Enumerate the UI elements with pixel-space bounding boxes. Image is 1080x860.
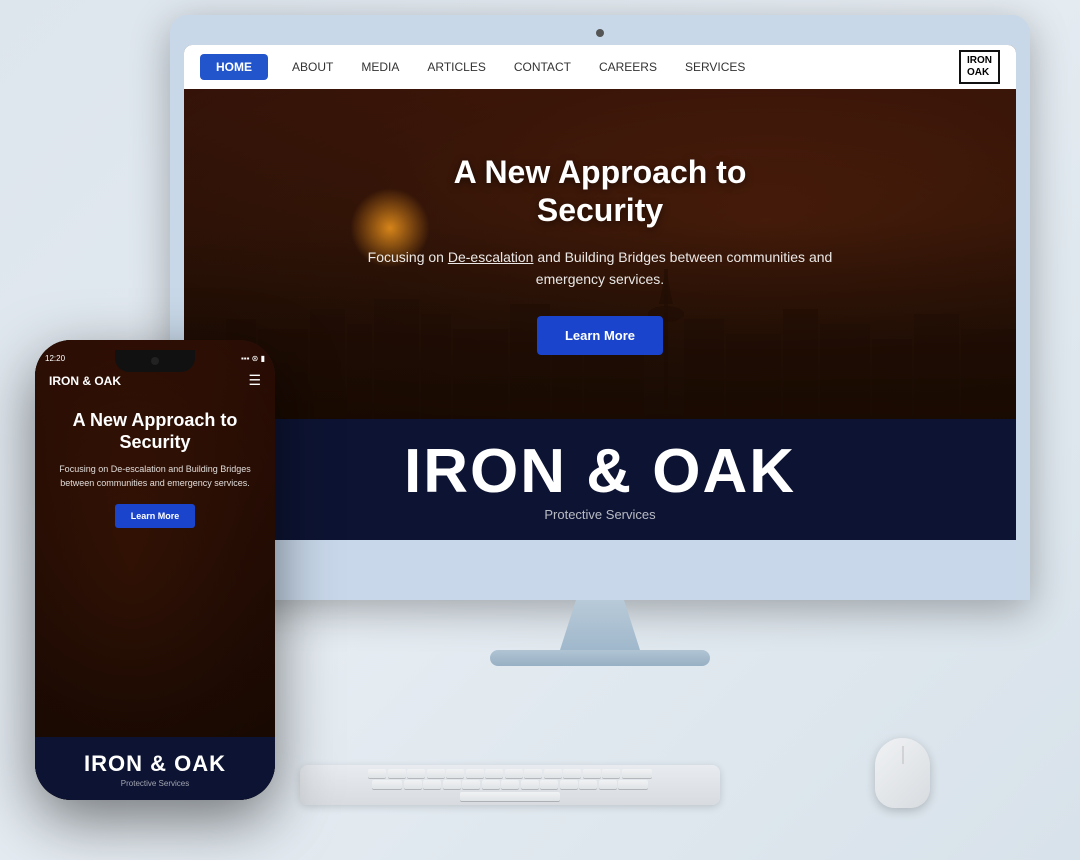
phone-hero-title: A New Approach to Security <box>51 410 259 453</box>
hero-cta-button[interactable]: Learn More <box>537 316 663 355</box>
key <box>501 780 519 789</box>
monitor-stand-base <box>490 650 710 666</box>
desktop-monitor: HOME ABOUT MEDIA ARTICLES CONTACT CAREER… <box>170 15 1030 666</box>
key <box>388 769 406 778</box>
phone-footer: IRON & OAK Protective Services <box>35 737 275 800</box>
key <box>407 769 425 778</box>
monitor-hero: A New Approach to Security Focusing on D… <box>184 89 1016 419</box>
nav-services[interactable]: SERVICES <box>671 60 759 74</box>
nav-logo: IRON OAK <box>959 50 1000 84</box>
monitor-light-section <box>184 540 1016 600</box>
monitor-camera <box>596 29 604 37</box>
phone-status-icons: ▪▪▪ ⊛ ▮ <box>241 354 265 363</box>
key <box>579 780 597 789</box>
nav-media[interactable]: MEDIA <box>347 60 413 74</box>
monitor-stand-neck <box>560 600 640 650</box>
nav-about[interactable]: ABOUT <box>278 60 347 74</box>
hamburger-icon[interactable]: ☰ <box>248 372 261 389</box>
nav-articles[interactable]: ARTICLES <box>413 60 499 74</box>
phone-hero-subtitle: Focusing on De-escalation and Building B… <box>51 463 259 490</box>
phone-status-bar: 12:20 ▪▪▪ ⊛ ▮ <box>35 354 275 363</box>
key <box>583 769 601 778</box>
key <box>618 780 648 789</box>
key <box>423 780 441 789</box>
phone-brand: IRON & OAK <box>49 374 121 388</box>
key <box>540 780 558 789</box>
keyboard <box>300 765 720 805</box>
key <box>466 769 484 778</box>
nav-careers[interactable]: CAREERS <box>585 60 671 74</box>
phone-screen: 12:20 ▪▪▪ ⊛ ▮ IRON & OAK ☰ A New Approac… <box>35 340 275 800</box>
key <box>404 780 422 789</box>
key <box>368 769 386 778</box>
key <box>622 769 652 778</box>
key <box>602 769 620 778</box>
monitor-brand-bar: IRON & OAK Protective Services <box>184 419 1016 540</box>
nav-home-button[interactable]: HOME <box>200 54 268 80</box>
hero-subtitle: Focusing on De-escalation and Building B… <box>350 246 850 291</box>
monitor-frame: HOME ABOUT MEDIA ARTICLES CONTACT CAREER… <box>170 15 1030 600</box>
mobile-phone: 12:20 ▪▪▪ ⊛ ▮ IRON & OAK ☰ A New Approac… <box>35 340 275 800</box>
hero-title: A New Approach to Security <box>454 153 747 230</box>
key <box>372 780 402 789</box>
spacebar-key <box>460 792 560 801</box>
brand-name: IRON & OAK <box>184 441 1016 503</box>
phone-hero-content: A New Approach to Security Focusing on D… <box>35 410 275 528</box>
key <box>521 780 539 789</box>
key <box>462 780 480 789</box>
key <box>485 769 503 778</box>
key <box>560 780 578 789</box>
nav-contact[interactable]: CONTACT <box>500 60 585 74</box>
key <box>427 769 445 778</box>
key <box>443 780 461 789</box>
phone-hero-bg <box>35 340 275 800</box>
phone-frame: 12:20 ▪▪▪ ⊛ ▮ IRON & OAK ☰ A New Approac… <box>35 340 275 800</box>
phone-navbar: IRON & OAK ☰ <box>35 372 275 389</box>
key <box>563 769 581 778</box>
monitor-navbar: HOME ABOUT MEDIA ARTICLES CONTACT CAREER… <box>184 45 1016 89</box>
brand-tagline: Protective Services <box>184 507 1016 522</box>
phone-footer-tagline: Protective Services <box>35 779 275 788</box>
key <box>482 780 500 789</box>
key <box>524 769 542 778</box>
phone-hero-cta-button[interactable]: Learn More <box>115 504 196 528</box>
key <box>446 769 464 778</box>
phone-time: 12:20 <box>45 354 65 363</box>
key <box>505 769 523 778</box>
phone-footer-brand: IRON & OAK <box>35 751 275 777</box>
monitor-screen: HOME ABOUT MEDIA ARTICLES CONTACT CAREER… <box>184 45 1016 600</box>
key <box>599 780 617 789</box>
mouse <box>875 738 930 808</box>
key <box>544 769 562 778</box>
